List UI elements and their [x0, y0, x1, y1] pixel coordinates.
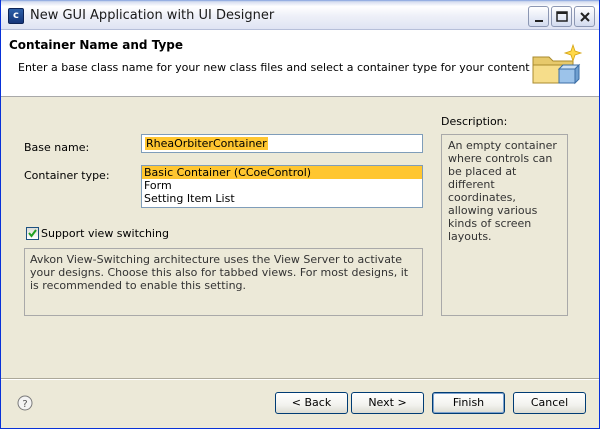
folder-sparkle-icon	[532, 43, 583, 85]
close-icon	[580, 12, 590, 22]
base-name-input[interactable]: RheaOrbiterContainer	[141, 134, 423, 153]
support-view-switching-checkbox[interactable]	[26, 227, 39, 240]
maximize-button[interactable]	[551, 6, 572, 27]
app-icon: c	[8, 8, 24, 24]
footer-separator	[1, 378, 599, 380]
help-icon[interactable]: ?	[17, 395, 33, 411]
wizard-window: c New GUI Application with UI Designer C…	[0, 0, 600, 429]
container-type-list[interactable]: Basic Container (CCoeControl) Form Setti…	[141, 165, 423, 208]
svg-text:?: ?	[22, 399, 27, 410]
base-name-label: Base name:	[24, 141, 90, 154]
description-heading: Description:	[441, 115, 508, 128]
list-item[interactable]: Form	[142, 179, 422, 192]
back-button[interactable]: < Back	[275, 392, 348, 414]
header-banner: Container Name and Type Enter a base cla…	[1, 30, 599, 97]
support-view-switching-label[interactable]: Support view switching	[41, 227, 169, 240]
list-item[interactable]: Setting Item List	[142, 192, 422, 205]
checkmark-icon	[28, 229, 37, 238]
title-bar[interactable]: c New GUI Application with UI Designer	[1, 0, 599, 30]
base-name-value: RheaOrbiterContainer	[145, 137, 268, 150]
view-switching-info: Avkon View-Switching architecture uses t…	[24, 248, 423, 316]
minimize-button[interactable]	[528, 6, 549, 27]
page-description: Enter a base class name for your new cla…	[18, 61, 530, 74]
description-box: An empty container where controls can be…	[441, 134, 568, 316]
page-title: Container Name and Type	[9, 38, 183, 52]
finish-button[interactable]: Finish	[432, 392, 505, 414]
list-item[interactable]: Basic Container (CCoeControl)	[142, 166, 422, 179]
next-button[interactable]: Next >	[351, 392, 424, 414]
container-type-label: Container type:	[24, 169, 110, 182]
window-title: New GUI Application with UI Designer	[30, 8, 275, 23]
maximize-icon	[556, 11, 568, 22]
close-button[interactable]	[574, 6, 595, 27]
minimize-icon	[535, 20, 543, 22]
cancel-button[interactable]: Cancel	[513, 392, 586, 414]
